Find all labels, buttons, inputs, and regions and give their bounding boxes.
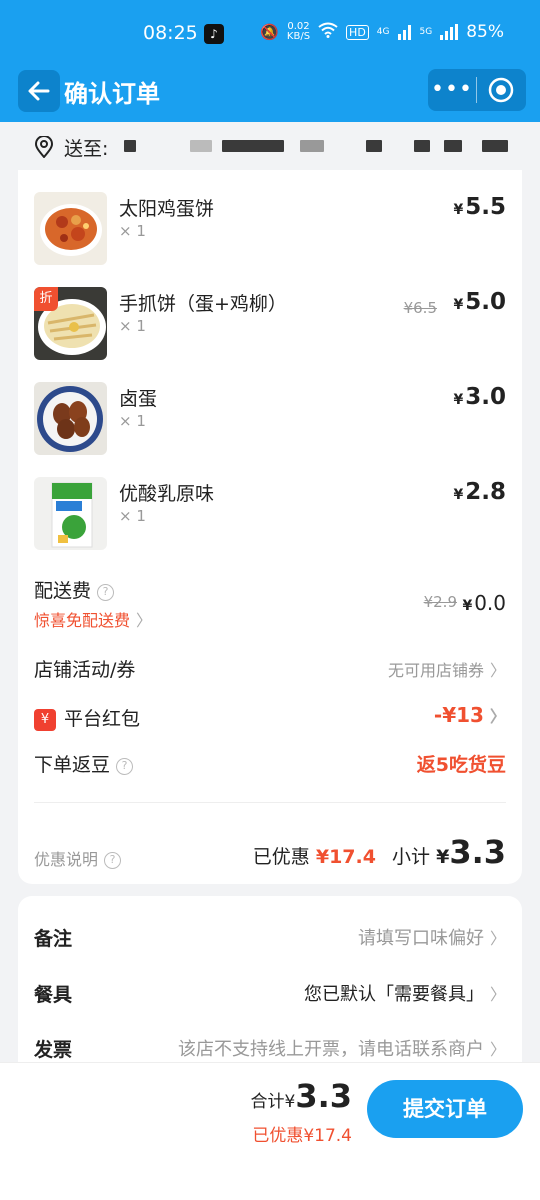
discount-label: 已优惠 <box>252 846 310 868</box>
list-item: 折 手抓饼（蛋+鸡柳） × 1 ¥6.5 ¥5.0 <box>18 287 522 367</box>
list-item: 卤蛋 × 1 ¥3.0 <box>18 382 522 462</box>
beans-value: 返5吃货豆 <box>416 754 506 776</box>
item-original-price: ¥6.5 <box>403 299 437 317</box>
chevron-right-icon: 〉 <box>489 985 506 1004</box>
more-button[interactable]: ••• <box>428 75 476 105</box>
item-quantity: × 1 <box>119 222 146 240</box>
item-price: ¥3.0 <box>453 384 507 410</box>
checkout-bar: 合计¥3.3 已优惠¥17.4 提交订单 <box>0 1062 540 1200</box>
invoice-row[interactable]: 该店不支持线上开票，请电话联系商户〉 <box>178 1035 506 1061</box>
page-title: 确认订单 <box>64 80 160 108</box>
red-packet-label: ¥ 平台红包 <box>34 704 140 731</box>
address-label: 送至: <box>64 138 109 160</box>
food-image <box>34 382 107 455</box>
item-price: ¥5.0 <box>453 289 507 315</box>
delivery-address-row[interactable]: 送至: <box>0 122 540 170</box>
remark-input[interactable]: 请填写口味偏好〉 <box>358 924 506 950</box>
status-time: 08:25 <box>143 22 198 44</box>
target-icon <box>488 77 514 103</box>
divider <box>34 802 506 803</box>
address-redaction <box>414 140 430 152</box>
help-icon[interactable]: ? <box>97 584 115 601</box>
chevron-right-icon: 〉 <box>489 1040 506 1059</box>
invoice-label: 发票 <box>34 1039 73 1061</box>
list-item: 优酸乳原味 × 1 ¥2.8 <box>18 477 522 557</box>
location-pin-icon <box>34 136 54 158</box>
back-button[interactable] <box>18 70 60 112</box>
store-coupon-selector[interactable]: 无可用店铺券〉 <box>388 657 506 681</box>
signal-bars-icon <box>440 24 459 40</box>
chevron-right-icon: 〉 <box>489 707 506 726</box>
item-name: 手抓饼（蛋+鸡柳） <box>119 293 287 315</box>
order-summary-card: 太阳鸡蛋饼 × 1 ¥5.5 折 手抓饼（蛋+鸡柳） × 1 ¥6.5 ¥5.0… <box>18 170 522 884</box>
tiktok-icon: ♪ <box>204 24 224 44</box>
chevron-right-icon: 〉 <box>489 661 506 680</box>
delivery-fee-label: 配送费? <box>34 576 115 603</box>
wifi-icon <box>318 22 338 42</box>
submit-order-button[interactable]: 提交订单 <box>367 1080 523 1138</box>
red-packet-selector[interactable]: -¥13 〉 <box>434 703 506 727</box>
help-icon[interactable]: ? <box>116 758 134 775</box>
order-total: 合计¥3.3 <box>250 1077 352 1115</box>
address-redaction <box>190 140 212 152</box>
mini-program-capsule: ••• <box>428 69 526 111</box>
battery-level: 85% <box>466 22 504 42</box>
remark-label: 备注 <box>34 928 73 950</box>
saved-amount: 已优惠¥17.4 <box>252 1126 352 1146</box>
item-price: ¥5.5 <box>453 194 507 220</box>
discount-badge: 折 <box>34 287 58 311</box>
close-mini-program-button[interactable] <box>477 76 525 104</box>
item-name: 卤蛋 <box>119 388 158 410</box>
red-packet-icon: ¥ <box>34 709 56 731</box>
arrow-left-icon <box>28 81 50 101</box>
item-quantity: × 1 <box>119 317 146 335</box>
subtotal-yen: ¥ <box>436 846 450 868</box>
item-price: ¥2.8 <box>453 479 507 505</box>
hd-icon: HD <box>346 24 369 40</box>
nav-bar: 确认订单 ••• <box>0 64 540 122</box>
status-bar: 08:25 ♪ 🔕 0.02 KB/S HD 4G 5G 85% <box>0 0 540 64</box>
drink-image <box>34 477 107 550</box>
delivery-fee: ¥0.0 <box>462 591 506 615</box>
store-coupon-label: 店铺活动/券 <box>34 659 136 681</box>
utensils-label: 餐具 <box>34 984 73 1006</box>
item-name: 优酸乳原味 <box>119 483 215 505</box>
address-redaction <box>124 140 136 152</box>
signal-bars-icon <box>397 25 411 40</box>
address-redaction <box>300 140 324 152</box>
discount-value: ¥17.4 <box>315 846 376 868</box>
chevron-right-icon: 〉 <box>489 929 506 948</box>
summary-totals: 已优惠 ¥17.4 小计 ¥3.3 <box>253 833 506 871</box>
list-item: 太阳鸡蛋饼 × 1 ¥5.5 <box>18 192 522 272</box>
item-quantity: × 1 <box>119 507 146 525</box>
free-delivery-promo[interactable]: 惊喜免配送费〉 <box>34 607 152 631</box>
subtotal-label: 小计 <box>392 846 431 868</box>
chevron-right-icon: 〉 <box>136 611 153 630</box>
mute-bell-icon: 🔕 <box>260 23 279 41</box>
delivery-original-fee: ¥2.9 <box>423 593 457 611</box>
signal-5g-icon: 5G <box>419 27 433 37</box>
subtotal-value: 3.3 <box>449 833 506 871</box>
address-redaction <box>444 140 462 152</box>
status-icons: 🔕 0.02 KB/S HD 4G 5G 85% <box>260 21 504 43</box>
signal-4g-icon: 4G <box>376 27 390 37</box>
utensils-selector[interactable]: 您已默认「需要餐具」〉 <box>304 980 506 1006</box>
address-redaction <box>366 140 382 152</box>
item-quantity: × 1 <box>119 412 146 430</box>
beans-label: 下单返豆? <box>34 750 134 777</box>
network-speed: 0.02 KB/S <box>286 21 311 42</box>
address-redaction <box>482 140 508 152</box>
item-name: 太阳鸡蛋饼 <box>119 198 215 220</box>
help-icon: ? <box>104 852 122 869</box>
discount-note[interactable]: 优惠说明? <box>34 846 122 870</box>
address-redaction <box>222 140 284 152</box>
food-image <box>34 192 107 265</box>
food-image: 折 <box>34 287 107 360</box>
